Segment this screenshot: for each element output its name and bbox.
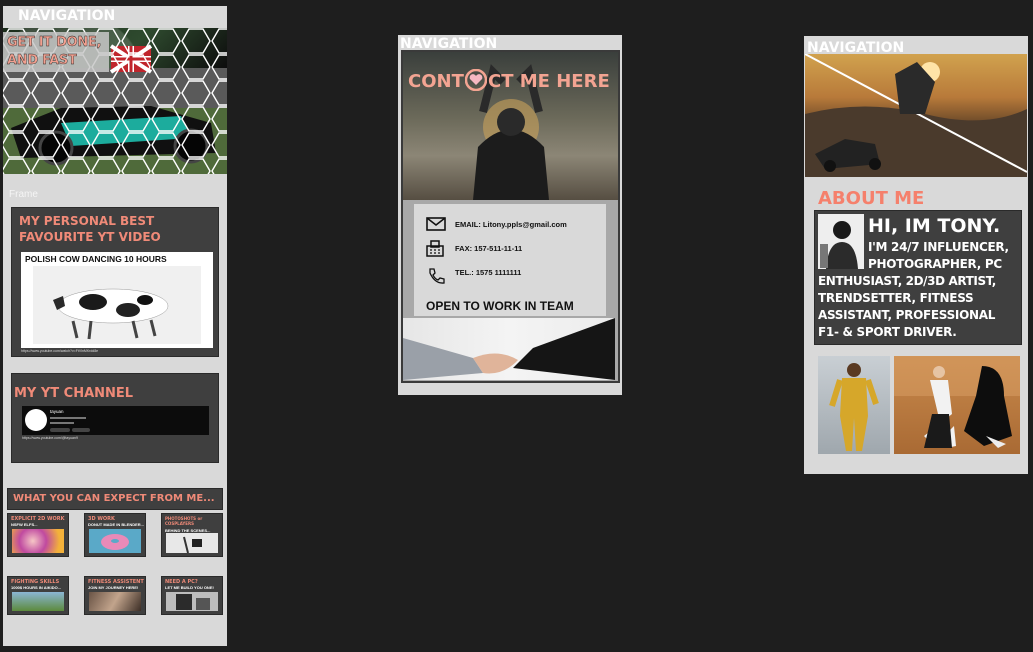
phone-icon bbox=[429, 268, 445, 284]
about-title: ABOUT ME bbox=[818, 188, 925, 209]
channel-link[interactable]: https://www.youtube.com/@tayuan9 bbox=[22, 436, 78, 440]
open-to-work-text: OPEN TO WORK IN TEAM bbox=[426, 299, 574, 313]
card-title: PHOTOSHOTS or COSPLAYERS bbox=[165, 516, 203, 526]
channel-banner[interactable]: tayuan bbox=[22, 406, 209, 435]
tel-text[interactable]: TEL.: 1575 1111111 bbox=[455, 268, 521, 277]
thumb-photoshoot bbox=[166, 533, 218, 554]
thumb-donut bbox=[89, 529, 141, 553]
fax-text: FAX: 157-511-11-11 bbox=[455, 244, 523, 253]
card-photoshoots[interactable]: PHOTOSHOTS or COSPLAYERS BEHIND THE SCEN… bbox=[161, 513, 223, 557]
channel-avatar bbox=[25, 409, 47, 431]
card-2d-work[interactable]: EXPLICIT 2D WORK NSFW ELFS... bbox=[7, 513, 69, 557]
channel-meta-line bbox=[50, 417, 86, 419]
bio-card: HI, IM TONY. I'M 24/7 INFLUENCER, PHOTOG… bbox=[814, 210, 1022, 345]
thumb-pc bbox=[166, 592, 218, 611]
card-sub: 1000$ HOURS IN AIKIDO... bbox=[11, 585, 62, 590]
yt-channel-title: MY YT CHANNEL bbox=[14, 386, 134, 401]
thumb-fighting bbox=[12, 592, 64, 611]
bio-line-3: ENTHUSIAST, 2D/3D ARTIST, bbox=[818, 274, 996, 288]
channel-name: tayuan bbox=[50, 409, 64, 414]
aikido-photo bbox=[894, 356, 1020, 448]
video-title: POLISH COW DANCING 10 HOURS bbox=[25, 254, 167, 264]
bio-line-6: F1- & SPORT DRIVER. bbox=[818, 325, 957, 339]
gold-outfit-photo bbox=[829, 363, 879, 451]
personal-best-title-line2: FAVOURITE YT VIDEO bbox=[19, 230, 161, 244]
card-sub: NSFW ELFS... bbox=[11, 522, 38, 527]
card-sub: DONUT MADE IN BLENDER... bbox=[88, 522, 144, 527]
about-hero-image bbox=[804, 53, 1028, 177]
nav-bar[interactable]: NAVIGATION bbox=[804, 36, 1028, 56]
handshake-image bbox=[403, 318, 615, 380]
card-fitness[interactable]: FITNESS ASSISTENT JOIN MY JOURNEY HERE! bbox=[84, 576, 146, 615]
channel-meta-line2 bbox=[50, 422, 74, 424]
expect-title: WHAT YOU CAN EXPECT FROM ME... bbox=[13, 493, 215, 504]
expect-header: WHAT YOU CAN EXPECT FROM ME... bbox=[7, 488, 223, 510]
nav-bar[interactable]: NAVIGATION bbox=[3, 6, 227, 26]
camera-icon bbox=[183, 536, 202, 554]
subscribe-button[interactable] bbox=[50, 428, 70, 432]
bio-line-2: PHOTOGRAPHER, PC bbox=[868, 257, 1002, 271]
frame-label: Frame bbox=[9, 189, 38, 200]
contact-title-part2: CT ME HERE bbox=[488, 71, 610, 92]
video-embed[interactable]: POLISH COW DANCING 10 HOURS bbox=[21, 252, 213, 348]
photo-aikido bbox=[894, 356, 1020, 454]
card-pc[interactable]: NEED A PC? LET ME BUILD YOU ONE! bbox=[161, 576, 223, 615]
hero-image-f1-car: GET IT DONE, AND FAST bbox=[3, 28, 227, 174]
bio-line-1: I'M 24/7 INFLUENCER, bbox=[868, 240, 1009, 254]
card-sub: LET ME BUILD YOU ONE! bbox=[165, 585, 214, 590]
personal-best-title-line1: MY PERSONAL BEST bbox=[19, 214, 155, 228]
frame-home: NAVIGATION GET IT DONE, AND FAST Frame M… bbox=[3, 6, 227, 646]
video-link[interactable]: https://www.youtube.com/watch?v=FtVlnMKr… bbox=[21, 349, 98, 353]
hero-title-line2: AND FAST bbox=[7, 53, 77, 68]
handshake-icon bbox=[403, 318, 615, 380]
cow-icon bbox=[53, 288, 169, 340]
donut-icon bbox=[101, 534, 129, 550]
go-kart-sunset-photo bbox=[804, 53, 1028, 177]
fax-icon bbox=[426, 240, 444, 257]
card-fighting[interactable]: FIGHTING SKILLS 1000$ HOURS IN AIKIDO... bbox=[7, 576, 69, 615]
thumb-fitness bbox=[89, 592, 141, 611]
contact-info-box: EMAIL: Litony.ppls@gmail.com FAX: 157-51… bbox=[414, 204, 606, 316]
heart-icon bbox=[464, 68, 488, 92]
avatar bbox=[818, 214, 864, 269]
video-thumbnail-cow bbox=[33, 266, 201, 344]
nav-bar[interactable]: NAVIGATION bbox=[398, 35, 622, 52]
bio-line-4: TRENDSETTER, FITNESS bbox=[818, 291, 974, 305]
avatar-photo bbox=[818, 214, 864, 269]
greeting: HI, IM TONY. bbox=[868, 215, 1001, 237]
card-sub: JOIN MY JOURNEY HERE! bbox=[88, 585, 139, 590]
personal-best-card: MY PERSONAL BEST FAVOURITE YT VIDEO POLI… bbox=[11, 207, 219, 357]
email-icon bbox=[426, 217, 446, 231]
contact-title-part1: CONT bbox=[408, 71, 464, 92]
email-text[interactable]: EMAIL: Litony.ppls@gmail.com bbox=[455, 220, 567, 229]
bio-line-5: ASSISTANT, PROFESSIONAL bbox=[818, 308, 996, 322]
photo-gold-outfit bbox=[818, 356, 890, 454]
frame-contact: NAVIGATION CONT CT ME HERE EMAIL: Litony… bbox=[398, 35, 622, 395]
yt-channel-card: MY YT CHANNEL tayuan https://www.youtube… bbox=[11, 373, 219, 463]
thumb-2d bbox=[12, 529, 64, 553]
hero-title-line1: GET IT DONE, bbox=[7, 35, 102, 50]
manage-button[interactable] bbox=[72, 428, 90, 432]
pc-icon bbox=[176, 594, 210, 610]
frame-about: NAVIGATION ABOUT ME HI, IM TONY. I'M 24/… bbox=[804, 36, 1028, 474]
card-3d-work[interactable]: 3D WORK DONUT MADE IN BLENDER... bbox=[84, 513, 146, 557]
